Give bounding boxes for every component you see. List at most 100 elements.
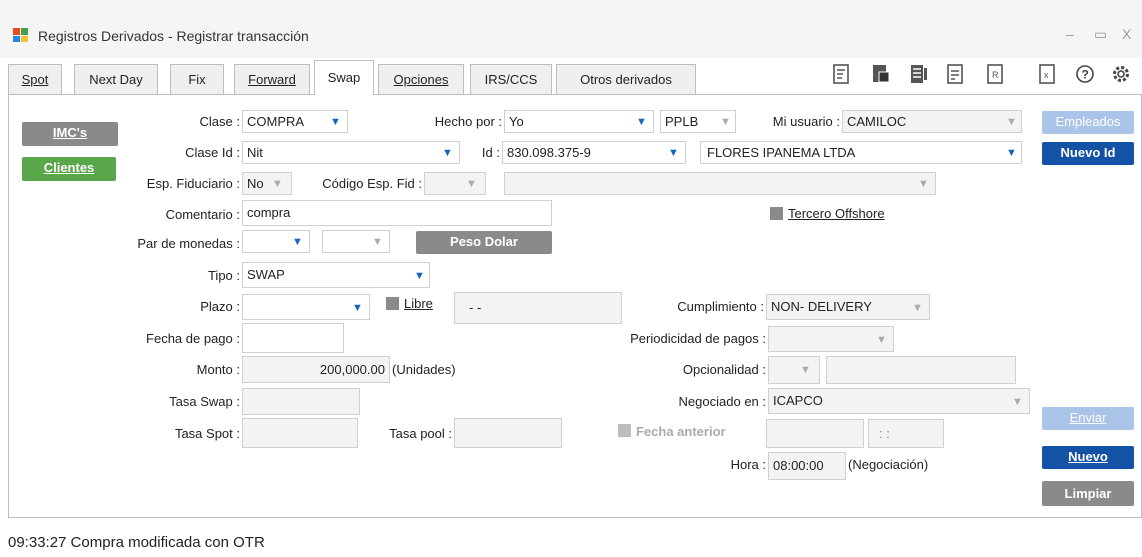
comentario-input[interactable]: compra [242, 200, 552, 226]
nuevo-id-button[interactable]: Nuevo Id [1042, 142, 1134, 165]
clase-label: Clase : [199, 114, 240, 129]
negociado-en-select[interactable]: ICAPCO [768, 388, 1030, 414]
calculator-document-icon[interactable] [944, 62, 966, 86]
chevron-down-icon[interactable]: ▼ [800, 364, 811, 376]
document-edit-icon[interactable] [830, 62, 852, 86]
svg-text:?: ? [1082, 68, 1089, 82]
id-name-select[interactable]: FLORES IPANEMA LTDA [700, 141, 1022, 164]
empleados-button[interactable]: Empleados [1042, 111, 1134, 134]
peso-dolar-button[interactable]: Peso Dolar [416, 231, 552, 254]
chevron-down-icon[interactable]: ▼ [330, 116, 341, 128]
tipo-select[interactable]: SWAP [242, 262, 430, 288]
negociado-en-label: Negociado en : [678, 394, 766, 409]
cumplimiento-label: Cumplimiento : [677, 299, 764, 314]
chevron-down-icon[interactable]: ▼ [668, 147, 679, 159]
chevron-down-icon[interactable]: ▼ [1006, 147, 1017, 159]
fecha-anterior-label: Fecha anterior [636, 424, 726, 439]
monto-unit: (Unidades) [392, 362, 456, 377]
status-message: 09:33:27 Compra modificada con OTR [8, 534, 265, 551]
limpiar-button[interactable]: Limpiar [1042, 481, 1134, 506]
chevron-down-icon[interactable]: ▼ [1006, 116, 1017, 128]
tab-otros-derivados[interactable]: Otros derivados [556, 64, 696, 94]
fiduciario-name-select[interactable] [504, 172, 936, 195]
tab-forward[interactable]: Forward [234, 64, 310, 94]
hora-label: Hora : [730, 457, 766, 472]
tasa-swap-input[interactable] [242, 388, 360, 415]
chevron-down-icon[interactable]: ▼ [720, 116, 731, 128]
chevron-down-icon[interactable]: ▼ [372, 236, 383, 248]
fecha-anterior-time-input[interactable]: : : [868, 419, 944, 448]
clase-id-select[interactable]: Nit [242, 141, 460, 164]
imcs-button[interactable]: IMC's [22, 122, 118, 146]
r-icon[interactable]: R [984, 62, 1006, 86]
tab-fix[interactable]: Fix [170, 64, 224, 94]
tab-irs-ccs[interactable]: IRS/CCS [470, 64, 552, 94]
enviar-button[interactable]: Enviar [1042, 407, 1134, 430]
help-icon[interactable]: ? [1074, 62, 1096, 86]
chevron-down-icon[interactable]: ▼ [292, 236, 303, 248]
excel-icon[interactable]: x [1036, 62, 1058, 86]
mi-usuario-label: Mi usuario : [772, 114, 840, 129]
monto-label: Monto : [196, 362, 240, 377]
chevron-down-icon[interactable]: ▼ [636, 116, 647, 128]
cumplimiento-select[interactable]: NON- DELIVERY [766, 294, 930, 320]
periodicidad-label: Periodicidad de pagos : [630, 331, 766, 346]
tasa-pool-label: Tasa pool : [389, 426, 452, 441]
codigo-esp-fid-label: Código Esp. Fid : [322, 176, 422, 191]
id-select[interactable]: 830.098.375-9 [502, 141, 686, 164]
tasa-swap-label: Tasa Swap : [169, 394, 240, 409]
nuevo-button[interactable]: Nuevo [1042, 446, 1134, 469]
tasa-spot-label: Tasa Spot : [174, 426, 240, 441]
hecho-por-label: Hecho por : [434, 114, 502, 129]
maximize-icon[interactable]: ▭ [1094, 26, 1107, 43]
monto-input[interactable]: 200,000.00 [242, 356, 390, 383]
libre-date-input[interactable]: - - [454, 292, 622, 324]
clientes-button[interactable]: Clientes [22, 157, 116, 181]
tab-swap[interactable]: Swap [314, 60, 374, 95]
tasa-pool-input[interactable] [454, 418, 562, 448]
minimize-icon[interactable]: – [1066, 26, 1074, 42]
hecho-por-select[interactable]: Yo [504, 110, 654, 133]
fecha-pago-input[interactable] [242, 323, 344, 353]
opcionalidad-select[interactable] [768, 356, 820, 384]
tab-opciones[interactable]: Opciones [378, 64, 464, 94]
chevron-down-icon[interactable]: ▼ [352, 302, 363, 314]
tercero-offshore-checkbox[interactable] [770, 207, 783, 220]
opcionalidad-input[interactable] [826, 356, 1016, 384]
svg-text:x: x [1044, 70, 1049, 80]
chevron-down-icon[interactable]: ▼ [272, 178, 283, 190]
tab-next-day[interactable]: Next Day [74, 64, 158, 94]
chevron-down-icon[interactable]: ▼ [466, 178, 477, 190]
fecha-anterior-checkbox[interactable] [618, 424, 631, 437]
chevron-down-icon[interactable]: ▼ [876, 334, 887, 346]
tab-spot[interactable]: Spot [8, 64, 62, 94]
libre-checkbox[interactable] [386, 297, 399, 310]
tasa-spot-input[interactable] [242, 418, 358, 448]
chevron-down-icon[interactable]: ▼ [414, 270, 425, 282]
chevron-down-icon[interactable]: ▼ [442, 147, 453, 159]
close-icon[interactable]: X [1122, 26, 1131, 42]
hora-input[interactable]: 08:00:00 [768, 452, 846, 480]
tercero-offshore-label: Tercero Offshore [788, 206, 885, 221]
tipo-label: Tipo : [207, 268, 240, 283]
svg-text:R: R [992, 70, 999, 80]
list-document-icon[interactable] [908, 62, 930, 86]
hora-note: (Negociación) [848, 457, 929, 472]
esp-fiduciario-select[interactable]: No [242, 172, 292, 195]
chevron-down-icon[interactable]: ▼ [1012, 396, 1023, 408]
fecha-pago-label: Fecha de pago : [146, 331, 240, 346]
id-label: Id : [481, 145, 500, 160]
opcionalidad-label: Opcionalidad : [682, 362, 766, 377]
toolbar: R x ? [830, 62, 1142, 92]
mi-usuario-select[interactable]: CAMILOC [842, 110, 1022, 133]
gear-icon[interactable] [1110, 62, 1132, 86]
plazo-select[interactable] [242, 294, 370, 320]
fecha-anterior-date-input[interactable] [766, 419, 864, 448]
comentario-label: Comentario : [165, 207, 240, 222]
chevron-down-icon[interactable]: ▼ [918, 178, 929, 190]
clase-id-label: Clase Id : [185, 145, 240, 160]
window-title: Registros Derivados - Registrar transacc… [38, 28, 309, 44]
database-icon[interactable] [870, 62, 892, 86]
plazo-label: Plazo : [200, 299, 240, 314]
chevron-down-icon[interactable]: ▼ [912, 302, 923, 314]
